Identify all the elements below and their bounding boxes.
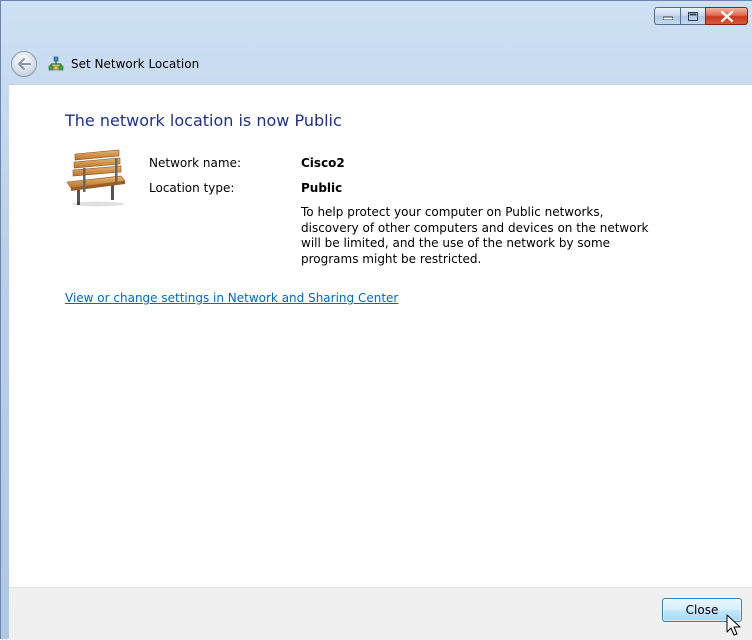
network-name-label: Network name: [149, 156, 241, 170]
window-frame: Set Network Location The network locatio… [0, 0, 752, 640]
maximize-button[interactable] [680, 7, 706, 25]
footer-bar: Close [9, 587, 752, 640]
park-bench-icon [66, 149, 126, 207]
navigation-bar: Set Network Location [11, 48, 752, 80]
network-icon [48, 56, 64, 71]
maximize-icon [688, 11, 698, 21]
network-sharing-center-link[interactable]: View or change settings in Network and S… [65, 291, 398, 305]
back-arrow-icon [18, 58, 31, 70]
network-name-value: Cisco2 [301, 156, 345, 170]
window-title: Set Network Location [71, 57, 200, 71]
caption-buttons [653, 7, 748, 27]
close-icon [720, 10, 733, 22]
location-type-value: Public [301, 181, 343, 195]
minimize-icon [662, 16, 673, 20]
page-title: The network location is now Public [65, 111, 342, 130]
minimize-button[interactable] [654, 7, 681, 25]
location-description: To help protect your computer on Public … [301, 205, 649, 266]
close-window-button[interactable] [705, 7, 748, 25]
content-panel: The network location is now Public Netwo… [9, 84, 752, 587]
back-button[interactable] [11, 51, 37, 77]
mouse-cursor-icon [726, 614, 741, 636]
location-type-label: Location type: [149, 181, 235, 195]
